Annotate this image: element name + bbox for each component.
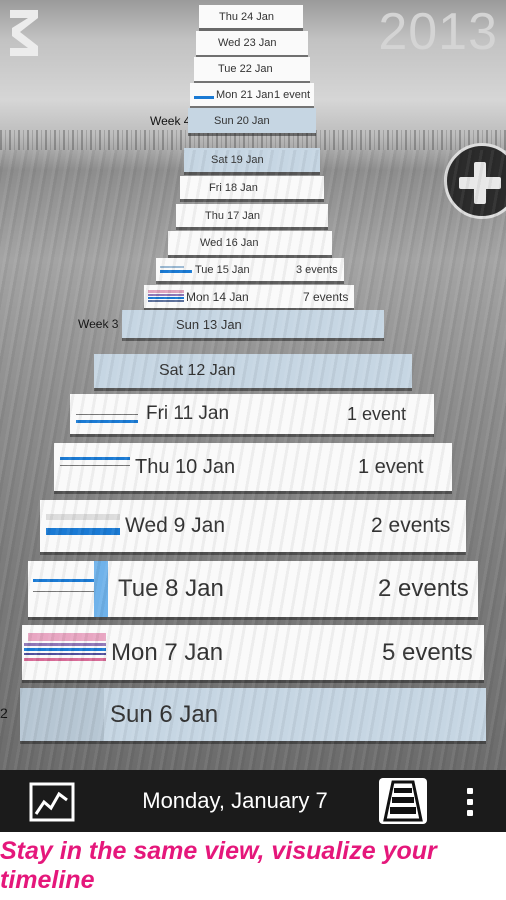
event-bar (160, 270, 192, 273)
event-count: 1 event (347, 403, 407, 424)
promo-caption: Stay in the same view, visualize your ti… (0, 837, 437, 894)
day-row[interactable]: Sat 19 Jan (184, 148, 320, 172)
day-date: Sat 12 Jan (159, 362, 236, 379)
current-date[interactable]: Monday, January 7 (120, 770, 350, 832)
day-row[interactable]: Wed 9 Jan 2 events (40, 500, 466, 552)
event-bar (24, 658, 106, 661)
day-date: Thu 17 Jan (205, 209, 261, 222)
day-date: Fri 11 Jan (146, 403, 230, 424)
event-count: 2 events (371, 514, 451, 537)
day-row[interactable]: Thu 17 Jan (176, 204, 328, 227)
event-bar (60, 465, 130, 466)
weekend-shade (20, 688, 104, 741)
event-bar (76, 414, 138, 415)
day-date: Wed 23 Jan (218, 37, 277, 49)
event-count: 2 events (378, 575, 469, 602)
day-date: Thu 24 Jan (219, 10, 275, 23)
day-row[interactable]: Mon 14 Jan 7 events (144, 285, 354, 308)
day-row[interactable]: Tue 8 Jan 2 events (28, 561, 478, 617)
week-label: Week 3 (78, 317, 119, 331)
day-row[interactable]: Sat 12 Jan (94, 354, 412, 388)
event-bar (24, 643, 106, 646)
day-date: Wed 9 Jan (125, 514, 226, 537)
day-date: Fri 18 Jan (209, 181, 258, 194)
add-event-button[interactable] (444, 143, 506, 219)
event-bar (194, 96, 214, 99)
day-date: Sun 6 Jan (110, 700, 219, 728)
week-label: 2 (0, 705, 8, 721)
plus-icon (459, 162, 501, 204)
event-bar (148, 297, 184, 299)
event-bar (60, 457, 130, 460)
day-row[interactable]: Wed 16 Jan (168, 231, 332, 255)
week-label: Week 4 (150, 114, 191, 128)
event-bar (24, 653, 106, 655)
year-label: 2013 (378, 3, 498, 61)
day-date: Tue 8 Jan (118, 575, 224, 602)
day-row[interactable]: Thu 24 Jan (199, 5, 303, 28)
day-date: Tue 22 Jan (218, 63, 273, 75)
event-count: 7 events (303, 289, 349, 304)
day-date: Mon 7 Jan (111, 638, 224, 666)
event-bar (46, 528, 120, 535)
day-row[interactable]: Sun 6 Jan (20, 688, 486, 741)
event-bar (46, 514, 120, 520)
day-row[interactable]: Thu 10 Jan 1 event (54, 443, 452, 491)
day-row[interactable]: Tue 15 Jan 3 events (156, 258, 344, 281)
app-logo-icon (10, 10, 38, 56)
day-date: Sat 19 Jan (211, 154, 264, 166)
day-date: Wed 16 Jan (200, 237, 259, 249)
bottom-bar: Monday, January 7 (0, 770, 506, 832)
event-bar (148, 290, 184, 293)
day-row[interactable]: Mon 21 Jan 1 event (190, 83, 314, 106)
day-date: Mon 14 Jan (186, 289, 249, 304)
event-bar (28, 633, 106, 641)
day-row[interactable]: Fri 11 Jan 1 event (70, 394, 434, 434)
event-bar (160, 266, 184, 268)
day-date: Thu 10 Jan (135, 455, 236, 478)
more-vert-icon[interactable] (460, 786, 480, 818)
day-row[interactable]: Sun 20 Jan (188, 108, 316, 133)
day-row[interactable]: Sun 13 Jan (122, 310, 384, 338)
day-date: Sun 13 Jan (176, 316, 242, 332)
day-date: Tue 15 Jan (195, 263, 250, 276)
chart-icon[interactable] (29, 782, 75, 822)
event-count: 1 event (358, 455, 424, 478)
day-row[interactable]: Tue 22 Jan (194, 57, 310, 81)
event-bar (33, 579, 99, 582)
timeline-scene: 2013 Thu 24 Jan Wed 23 Jan Tue 22 Jan Mo… (0, 0, 506, 770)
day-date: Sun 20 Jan (214, 114, 270, 127)
event-count: 1 event (274, 88, 311, 101)
event-bar (94, 561, 108, 617)
day-row[interactable]: Wed 23 Jan (196, 31, 308, 55)
event-count: 5 events (382, 638, 473, 666)
stairs-icon (383, 780, 423, 822)
day-row[interactable]: Fri 18 Jan (180, 176, 324, 199)
day-row[interactable]: Mon 7 Jan 5 events (22, 625, 484, 680)
event-bar (76, 420, 138, 423)
timeline-view-button[interactable] (379, 778, 427, 824)
event-bar (33, 591, 99, 592)
event-bar (148, 300, 184, 302)
event-count: 3 events (296, 263, 338, 276)
day-date: Mon 21 Jan (216, 88, 274, 101)
event-bar (148, 294, 184, 296)
event-bar (24, 648, 106, 651)
